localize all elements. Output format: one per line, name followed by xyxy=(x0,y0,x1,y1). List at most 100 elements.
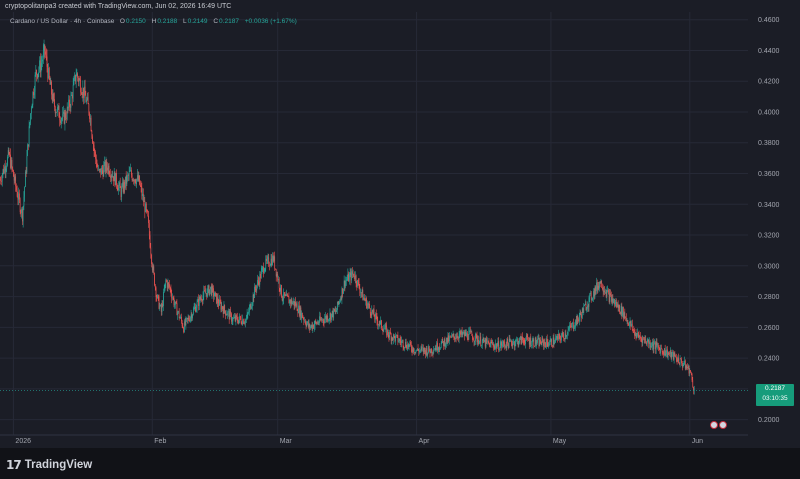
candle-body xyxy=(142,193,144,202)
candle-body xyxy=(484,339,486,347)
candle-body xyxy=(679,358,681,365)
candle-body xyxy=(510,340,511,342)
candle-body xyxy=(347,273,349,280)
candle-body xyxy=(169,287,171,289)
candle-body xyxy=(396,334,397,336)
flag-icon[interactable] xyxy=(719,421,727,429)
candle-body xyxy=(45,51,46,55)
x-tick-label: Apr xyxy=(419,438,431,445)
price-chart[interactable]: 0.4600 0.4400 0.4200 0.4000 0.3800 0.3600 0.34… xyxy=(0,0,800,479)
candle-body xyxy=(608,291,610,302)
candle-body xyxy=(149,235,151,248)
candle-body xyxy=(641,338,643,343)
candle-body xyxy=(399,339,401,341)
candle-body xyxy=(132,179,134,181)
flag-icon[interactable] xyxy=(710,421,718,429)
candle-body xyxy=(674,353,676,357)
candle-body xyxy=(77,73,78,78)
candle-body xyxy=(293,301,295,306)
candle-body xyxy=(389,331,391,338)
candle-body xyxy=(189,319,190,322)
low-label: L xyxy=(183,18,187,25)
candle-body xyxy=(617,303,618,308)
candle-body xyxy=(40,63,42,73)
candle-body xyxy=(651,346,653,347)
candle-body xyxy=(60,119,62,124)
candle-body xyxy=(63,111,65,124)
candle-body xyxy=(415,350,417,353)
candle-body xyxy=(195,306,196,312)
candle-body xyxy=(387,329,388,336)
candle-body xyxy=(200,298,202,300)
low-value: 0.2149 xyxy=(187,18,208,25)
candle-body xyxy=(337,301,338,310)
candle-body xyxy=(655,342,656,350)
candle-body xyxy=(548,344,550,347)
candle-body xyxy=(240,318,242,323)
high-value: 0.2188 xyxy=(157,18,178,25)
candle-body xyxy=(690,372,692,375)
symbol-legend[interactable]: Cardano / US Dollar · 4h · Coinbase O0.2… xyxy=(10,18,301,25)
candle-body xyxy=(181,321,183,327)
candle-body xyxy=(311,324,313,330)
candle-body xyxy=(534,345,535,347)
candle-body xyxy=(642,337,644,343)
tradingview-logo[interactable]: 17 TradingView xyxy=(6,458,92,472)
candle-body xyxy=(186,317,187,319)
candle-body xyxy=(97,166,99,170)
candle-body xyxy=(633,329,635,331)
candle-body xyxy=(101,167,103,171)
candle-body xyxy=(33,91,35,96)
candle-body xyxy=(352,271,353,275)
last-price-value: 0.2187 xyxy=(765,385,785,392)
candle-body xyxy=(17,196,19,200)
candle-body xyxy=(472,335,473,340)
candle-body xyxy=(427,352,429,356)
symbol-name[interactable]: Cardano / US Dollar · 4h · Coinbase xyxy=(10,18,114,25)
candle-body xyxy=(107,167,108,171)
candle-body xyxy=(78,79,80,83)
candle-body xyxy=(15,176,17,187)
candle-body xyxy=(33,92,34,96)
candle-body xyxy=(192,309,194,315)
candle-body xyxy=(237,316,238,321)
candle-body xyxy=(421,347,423,348)
candle-body xyxy=(114,172,116,186)
candle-body xyxy=(234,316,236,321)
candle-body xyxy=(89,113,90,119)
candle-body xyxy=(688,365,690,374)
candle-body xyxy=(526,335,528,337)
candle-body xyxy=(354,276,355,280)
candle-body xyxy=(384,325,386,329)
candle-body xyxy=(395,335,396,342)
event-flags[interactable] xyxy=(710,421,727,429)
candle-body xyxy=(472,339,474,341)
candle-body xyxy=(535,337,537,345)
y-tick-label: 0.4600 xyxy=(758,17,780,24)
candle-body xyxy=(502,344,503,347)
candle-body xyxy=(221,306,223,310)
candle-body xyxy=(278,278,280,289)
candle-body xyxy=(587,305,588,309)
candle-body xyxy=(448,335,450,342)
candle-body xyxy=(604,290,606,293)
candle-body xyxy=(431,348,432,354)
candle-body xyxy=(242,319,243,325)
candle-body xyxy=(245,319,246,323)
candle-body xyxy=(622,307,623,316)
candle-body xyxy=(444,339,446,347)
candle-body xyxy=(328,319,329,321)
candle-body xyxy=(382,329,384,332)
candle-body xyxy=(462,333,464,335)
candle-body xyxy=(296,303,298,311)
candle-body xyxy=(268,257,270,266)
candle-body xyxy=(52,94,54,101)
candle-body xyxy=(85,95,87,103)
candle-body xyxy=(275,269,277,277)
candle-body xyxy=(496,345,498,349)
candle-body xyxy=(8,150,10,155)
candle-body xyxy=(64,112,66,124)
candle-body xyxy=(213,288,214,297)
y-tick-label: 0.2800 xyxy=(758,294,780,301)
candle-body xyxy=(335,310,337,313)
